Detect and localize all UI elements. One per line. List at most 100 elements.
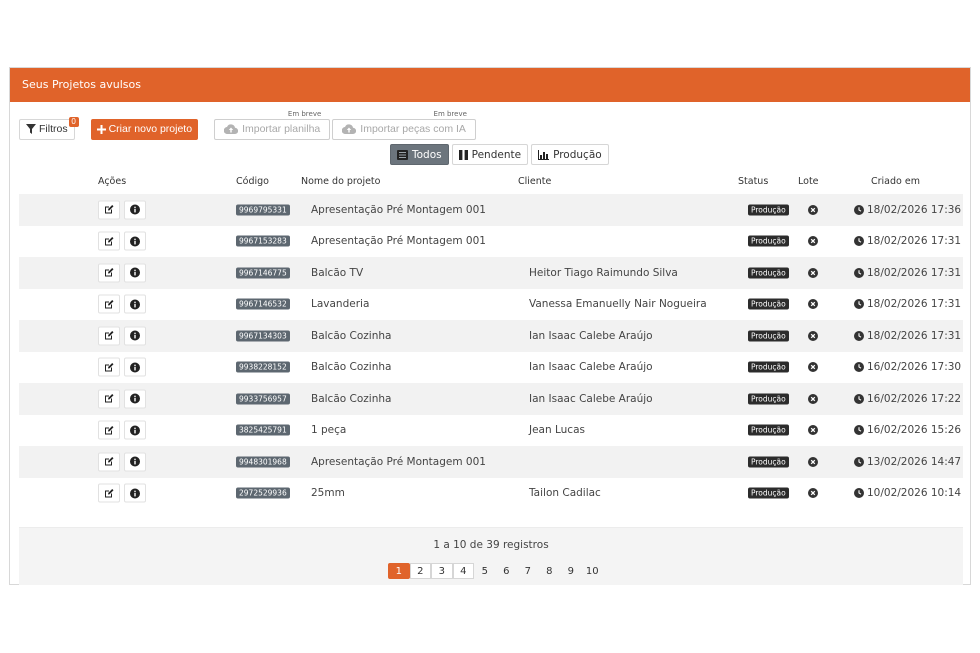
created-at: 18/02/2026 17:31 xyxy=(854,298,961,310)
edit-button[interactable] xyxy=(98,452,120,472)
info-icon xyxy=(130,330,140,341)
client-name: Jean Lucas xyxy=(529,424,585,437)
clock-icon xyxy=(854,236,864,247)
info-button[interactable] xyxy=(124,200,146,220)
import-sheet-button[interactable]: Importar planilha xyxy=(214,118,331,140)
clock-icon xyxy=(854,299,864,310)
clock-icon xyxy=(854,267,864,278)
info-icon xyxy=(130,204,140,215)
coming-soon-tag: Em breve xyxy=(286,109,323,118)
close-circle-icon xyxy=(808,362,818,373)
import-ai-button[interactable]: Importar peças com IA xyxy=(332,118,476,140)
pause-icon xyxy=(458,149,468,160)
status-badge: Produção xyxy=(748,456,789,468)
status-tabs: Todos Pendente Produção xyxy=(390,144,609,165)
import-sheet-group: Em breve Importar planilha xyxy=(214,109,331,140)
info-button[interactable] xyxy=(124,483,146,503)
tab-all[interactable]: Todos xyxy=(390,144,449,165)
table-row: 9938228152 Balcão Cozinha Ian Isaac Cale… xyxy=(19,352,963,384)
close-circle-icon xyxy=(808,393,818,404)
project-name: Balcão Cozinha xyxy=(311,392,392,405)
panel-title: Seus Projetos avulsos xyxy=(10,68,970,102)
close-circle-icon xyxy=(808,299,818,310)
edit-button[interactable] xyxy=(98,263,120,283)
tab-pending[interactable]: Pendente xyxy=(451,144,529,165)
edit-button[interactable] xyxy=(98,231,120,251)
info-button[interactable] xyxy=(124,452,146,472)
table-row: 2972529936 25mm Tailon Cadilac Produção … xyxy=(19,478,963,510)
edit-button[interactable] xyxy=(98,294,120,314)
table-row: 9967146775 Balcão TV Heitor Tiago Raimun… xyxy=(19,257,963,289)
page-3-button[interactable]: 3 xyxy=(431,563,453,579)
created-at-text: 18/02/2026 17:31 xyxy=(867,266,962,279)
toolbar: Filtros 0 Criar novo projeto Em breve Im… xyxy=(19,109,476,140)
table-row: 9967134303 Balcão Cozinha Ian Isaac Cale… xyxy=(19,320,963,352)
clock-icon xyxy=(854,425,864,436)
edit-icon xyxy=(105,362,114,372)
edit-icon xyxy=(105,457,114,466)
pagination: 1 2 3 4 5 6 7 8 9 10 xyxy=(388,563,603,579)
created-at-text: 18/02/2026 17:31 xyxy=(867,329,962,342)
status-badge: Produção xyxy=(748,424,789,436)
header-name: Nome do projeto xyxy=(301,176,381,187)
created-at-text: 10/02/2026 10:14 xyxy=(867,487,962,500)
client-name: Tailon Cadilac xyxy=(529,487,601,500)
created-at: 10/02/2026 10:14 xyxy=(854,487,961,499)
edit-button[interactable] xyxy=(98,483,120,503)
edit-icon xyxy=(105,394,114,403)
table-body: 9969795331 Apresentação Pré Montagem 001… xyxy=(19,194,963,509)
page-7-button[interactable]: 7 xyxy=(517,563,539,579)
info-icon xyxy=(130,425,140,436)
edit-button[interactable] xyxy=(98,389,120,409)
created-at-text: 16/02/2026 17:22 xyxy=(867,392,962,405)
filter-button[interactable]: Filtros 0 xyxy=(19,116,79,140)
info-button[interactable] xyxy=(124,231,146,251)
project-code-badge: 9933756957 xyxy=(236,393,290,405)
info-button[interactable] xyxy=(124,326,146,346)
table-footer: 1 a 10 de 39 registros 1 2 3 4 5 6 7 8 9 10 xyxy=(19,527,963,585)
page-8-button[interactable]: 8 xyxy=(539,563,561,579)
page-9-button[interactable]: 9 xyxy=(560,563,582,579)
info-button[interactable] xyxy=(124,357,146,377)
tab-label: Produção xyxy=(553,148,602,161)
edit-icon xyxy=(105,205,114,214)
create-project-button[interactable]: Criar novo projeto xyxy=(90,118,199,140)
edit-button[interactable] xyxy=(98,200,120,220)
edit-button[interactable] xyxy=(98,326,120,346)
page-4-button[interactable]: 4 xyxy=(452,563,474,579)
tab-label: Pendente xyxy=(471,148,522,161)
project-name: Balcão TV xyxy=(311,266,364,279)
page-1-button[interactable]: 1 xyxy=(388,563,410,579)
close-circle-icon xyxy=(808,488,818,499)
filter-label: Filtros xyxy=(39,123,68,135)
close-circle-icon xyxy=(808,236,818,247)
created-at: 13/02/2026 14:47 xyxy=(854,456,961,468)
edit-button[interactable] xyxy=(98,420,120,440)
client-name: Ian Isaac Calebe Araújo xyxy=(529,361,653,374)
page-6-button[interactable]: 6 xyxy=(496,563,518,579)
status-badge: Produção xyxy=(748,267,789,279)
client-name: Ian Isaac Calebe Araújo xyxy=(529,392,653,405)
page-2-button[interactable]: 2 xyxy=(409,563,431,579)
header-batch: Lote xyxy=(798,176,819,187)
tab-production[interactable]: Produção xyxy=(531,144,609,165)
info-button[interactable] xyxy=(124,420,146,440)
clock-icon xyxy=(854,204,864,215)
info-button[interactable] xyxy=(124,263,146,283)
created-at-text: 18/02/2026 17:36 xyxy=(867,203,962,216)
page-5-button[interactable]: 5 xyxy=(474,563,496,579)
info-button[interactable] xyxy=(124,389,146,409)
status-badge: Produção xyxy=(748,361,789,373)
project-code-badge: 2972529936 xyxy=(236,487,290,499)
page-10-button[interactable]: 10 xyxy=(582,563,604,579)
header-code: Código xyxy=(236,176,269,187)
created-at: 18/02/2026 17:31 xyxy=(854,267,961,279)
info-icon xyxy=(130,362,140,373)
info-button[interactable] xyxy=(124,294,146,314)
client-name: Heitor Tiago Raimundo Silva xyxy=(529,266,678,279)
import-ai-group: Em breve Importar peças com IA xyxy=(332,109,476,140)
close-circle-icon xyxy=(808,425,818,436)
info-icon xyxy=(130,267,140,278)
created-at-text: 16/02/2026 17:30 xyxy=(867,361,962,374)
edit-button[interactable] xyxy=(98,357,120,377)
